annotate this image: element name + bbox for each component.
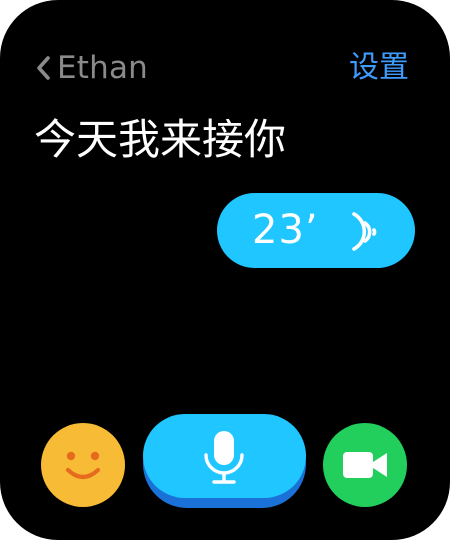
settings-button[interactable]: 设置 [349, 48, 409, 88]
chevron-left-icon [37, 56, 50, 80]
voice-record-button[interactable] [143, 414, 306, 498]
contact-name: Ethan [57, 50, 149, 86]
video-camera-icon [343, 452, 387, 478]
voice-message-bubble[interactable]: 23’ [217, 193, 415, 268]
smiley-face-icon [65, 451, 101, 480]
back-button[interactable]: Ethan [33, 48, 148, 88]
voice-duration: 23’ [252, 207, 319, 253]
microphone-icon [204, 431, 244, 484]
emoji-button[interactable] [41, 423, 125, 507]
watch-screen: Ethan 设置 今天我来接你 23’ [0, 0, 450, 540]
video-call-button[interactable] [323, 423, 407, 507]
sound-wave-icon [352, 212, 377, 251]
message-text: 今天我来接你 [34, 115, 287, 164]
